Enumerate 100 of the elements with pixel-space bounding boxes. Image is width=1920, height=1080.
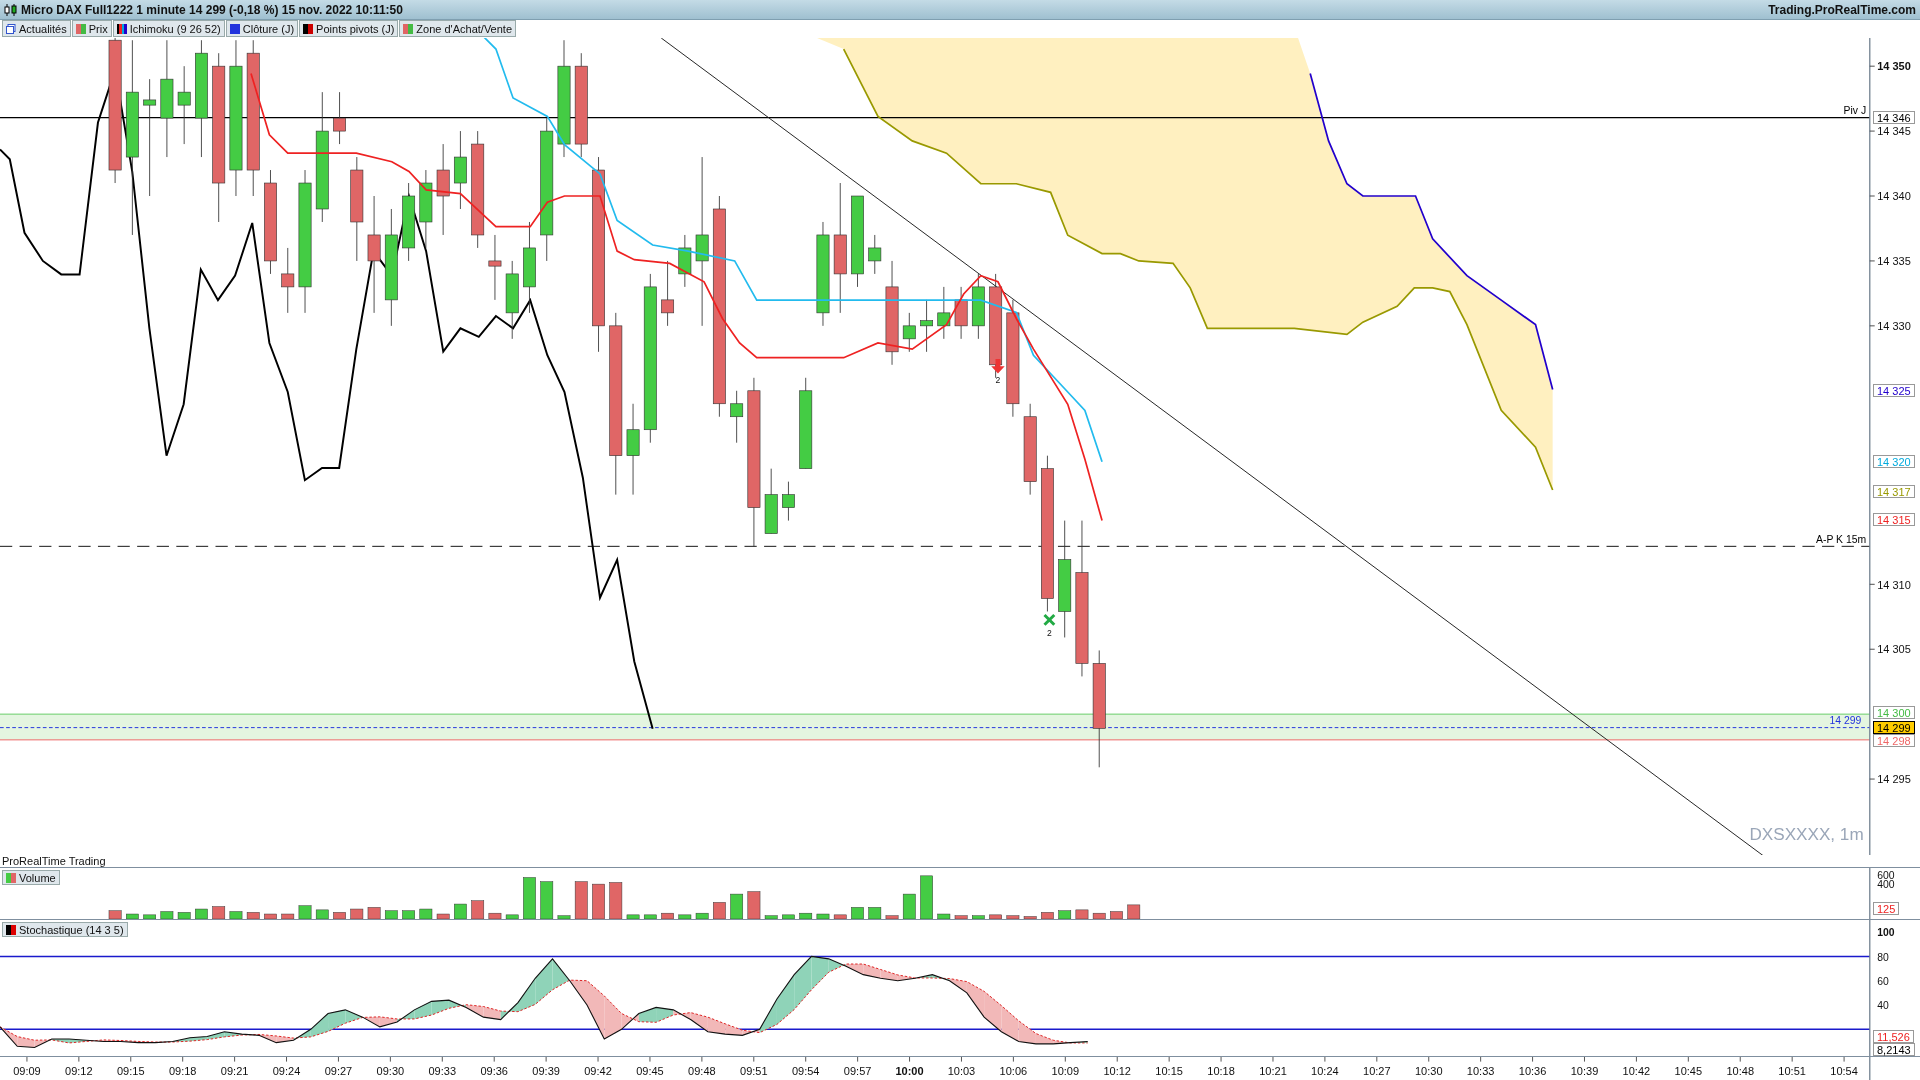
- volume-bar: [1041, 912, 1054, 919]
- volume-bar: [385, 910, 398, 919]
- volume-legend-chip[interactable]: Volume: [2, 870, 60, 885]
- time-label: 10:18: [1207, 1065, 1235, 1078]
- volume-bar: [574, 881, 588, 919]
- time-label: 10:30: [1414, 1065, 1443, 1078]
- legend-chip[interactable]: Clôture (J): [225, 20, 299, 37]
- time-label: 09:57: [843, 1065, 872, 1078]
- legend-chip[interactable]: Ichimoku (9 26 52): [112, 20, 225, 37]
- volume-bar: [471, 900, 485, 919]
- candlestick: [868, 234, 882, 275]
- volume-bar: [678, 914, 692, 919]
- price-tick-label: 14 345: [1877, 125, 1911, 138]
- legend-chip[interactable]: Points pivots (J): [299, 20, 399, 37]
- stochastic-tag: 11,526: [1873, 1030, 1914, 1043]
- volume-bar: [799, 912, 813, 919]
- platform-name: ProRealTime Trading: [1, 855, 106, 867]
- volume-bar: [937, 913, 951, 919]
- volume-bar: [505, 914, 519, 919]
- time-label: 10:45: [1674, 1065, 1703, 1078]
- volume-bar: [160, 911, 174, 919]
- price-tag: 14 320: [1873, 455, 1915, 469]
- color-swatch-icon: [116, 23, 127, 34]
- color-swatch-icon: [403, 23, 414, 34]
- stochastic-tick-label: 80: [1877, 951, 1889, 963]
- stochastic-legend-chip[interactable]: Stochastique (14 3 5): [2, 922, 128, 937]
- time-label: 09:30: [376, 1065, 405, 1078]
- volume-bar: [402, 910, 415, 919]
- volume-tick-label: 600: [1877, 869, 1895, 881]
- candlestick: [920, 299, 933, 353]
- volume-bar: [747, 891, 761, 919]
- color-swatch-icon: [6, 872, 16, 883]
- volume-bar: [419, 908, 433, 919]
- volume-bar: [782, 914, 795, 919]
- legend-chip[interactable]: Prix: [71, 20, 112, 37]
- price-tick-label: 14 305: [1877, 643, 1911, 656]
- time-label: 10:27: [1363, 1065, 1391, 1078]
- time-label: 10:54: [1830, 1065, 1858, 1078]
- candlestick: [764, 468, 778, 534]
- volume-bar: [126, 913, 139, 919]
- time-label: 09:09: [13, 1065, 41, 1078]
- signal-count: 2: [995, 375, 1001, 386]
- volume-bar: [1092, 912, 1106, 919]
- volume-bar: [488, 912, 502, 919]
- candlestick-icon: [4, 2, 18, 17]
- level-label: Piv J: [1843, 104, 1867, 116]
- volume-bar: [851, 907, 864, 919]
- signal-count: 2: [1047, 627, 1052, 638]
- time-label: 09:42: [584, 1065, 612, 1078]
- volume-bar: [143, 914, 156, 919]
- candlestick: [281, 247, 295, 314]
- candlestick: [661, 260, 674, 327]
- volume-bar: [920, 875, 933, 919]
- price-tick-label: 14 350: [1877, 60, 1911, 73]
- volume-bar: [643, 914, 657, 919]
- candlestick: [488, 234, 502, 301]
- price-tick-label: 14 330: [1877, 320, 1911, 333]
- volume-bar: [540, 881, 554, 919]
- volume-bar: [902, 893, 916, 919]
- candlestick: [971, 273, 985, 340]
- candlestick: [730, 390, 744, 444]
- legend-chip[interactable]: Actualités: [2, 20, 71, 37]
- time-label: 10:09: [1051, 1065, 1080, 1078]
- color-swatch-icon: [75, 23, 86, 34]
- window-title: Micro DAX Full1222 1 minute 14 299 (-0,18 %) 15 nov. 2022 10:11:50: [21, 2, 403, 17]
- price-tick-label: 14 340: [1877, 190, 1911, 203]
- time-label: 10:21: [1259, 1065, 1287, 1078]
- volume-bar: [764, 915, 778, 919]
- price-tag: 14 298: [1873, 734, 1915, 748]
- time-label: 09:15: [117, 1065, 145, 1078]
- volume-bar: [195, 908, 208, 919]
- candlestick: [954, 286, 968, 340]
- time-label: 09:33: [428, 1065, 457, 1078]
- volume-bar: [730, 893, 743, 919]
- volume-bar: [695, 912, 709, 919]
- stochastic-tick-label: 60: [1877, 976, 1889, 987]
- price-tick-label: 14 335: [1877, 255, 1911, 268]
- price-tag: 14 346: [1873, 111, 1915, 125]
- time-label: 09:27: [324, 1065, 353, 1078]
- level-label: A-P K 15m: [1816, 533, 1867, 545]
- color-swatch-icon: [6, 924, 16, 935]
- volume-bar: [454, 903, 467, 919]
- volume-bar: [1023, 916, 1037, 919]
- time-label: 10:24: [1311, 1065, 1339, 1078]
- volume-bar: [833, 914, 847, 919]
- time-label: 09:21: [220, 1065, 249, 1078]
- candlestick: [902, 312, 916, 353]
- volume-bar: [1127, 904, 1141, 919]
- time-label: 09:45: [636, 1065, 664, 1078]
- legend-chip[interactable]: Zone d'Achat/Vente: [399, 20, 517, 37]
- time-label: 09:54: [791, 1065, 820, 1078]
- volume-bar: [177, 912, 191, 919]
- stochastic-tick-label: 40: [1877, 1000, 1889, 1012]
- volume-bar: [281, 913, 295, 919]
- time-label: 09:24: [272, 1065, 301, 1078]
- volume-bar: [661, 912, 674, 919]
- volume-bar: [264, 913, 277, 919]
- volume-bar: [592, 883, 605, 919]
- volume-bar: [229, 911, 243, 919]
- volume-bar: [609, 882, 623, 919]
